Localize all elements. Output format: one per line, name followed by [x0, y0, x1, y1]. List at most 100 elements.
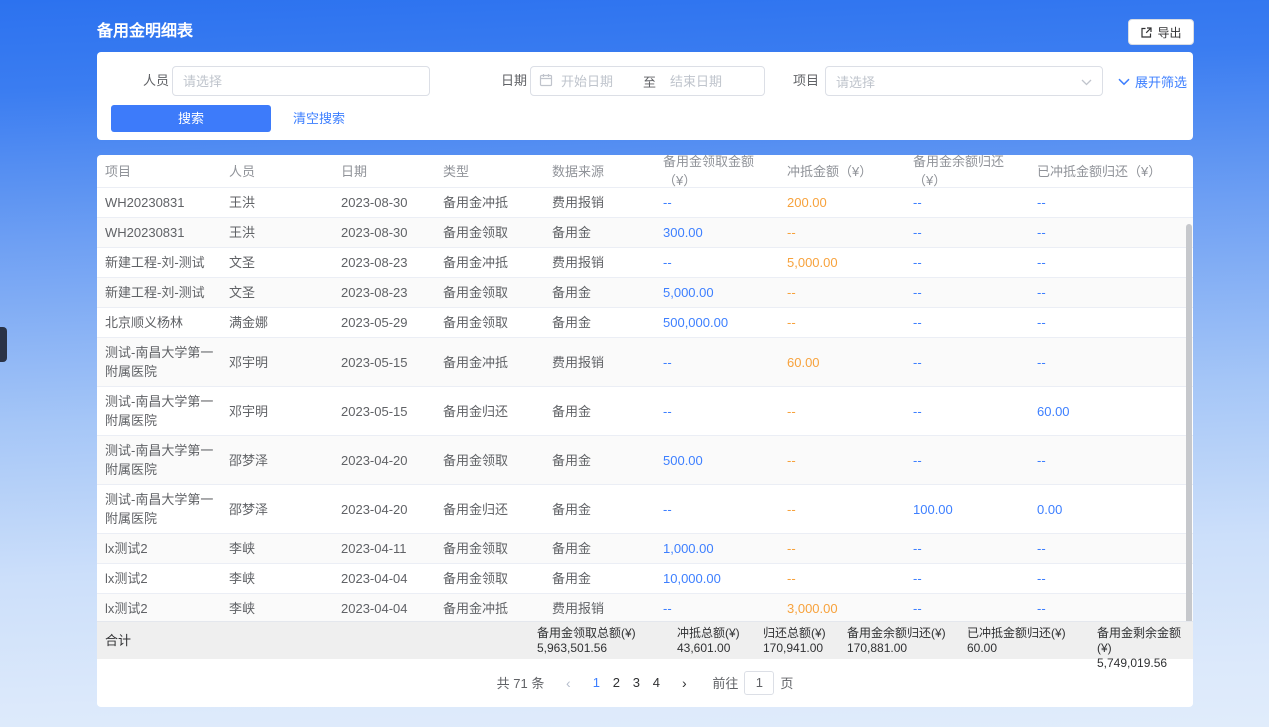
amount-cell: --: [905, 564, 1029, 593]
amount-cell: --: [905, 397, 1029, 426]
summary-item-label: 冲抵总额(¥): [677, 626, 740, 641]
column-header: 已冲抵金额归还（¥）: [1029, 157, 1193, 186]
cell: 2023-08-23: [333, 278, 435, 307]
table-card: 项目人员日期类型数据来源备用金领取金额（¥）冲抵金额（¥）备用金余额归还（¥）已…: [97, 155, 1193, 707]
expand-filter-link[interactable]: 展开筛选: [1118, 66, 1187, 96]
cell: 备用金领取: [435, 218, 544, 247]
start-date-input[interactable]: [557, 74, 633, 89]
goto-page-input[interactable]: [744, 671, 774, 695]
search-button[interactable]: 搜索: [111, 105, 271, 132]
cell: lx测试2: [97, 564, 221, 593]
page-number-button[interactable]: 2: [606, 675, 626, 690]
cell: 费用报销: [544, 594, 655, 621]
amount-cell: --: [655, 397, 779, 426]
amount-cell: --: [655, 594, 779, 621]
amount-cell[interactable]: 300.00: [655, 218, 779, 247]
cell: 备用金领取: [435, 278, 544, 307]
amount-cell[interactable]: 500.00: [655, 446, 779, 475]
column-header: 人员: [221, 157, 333, 186]
amount-cell: --: [1029, 564, 1193, 593]
amount-cell: --: [1029, 534, 1193, 563]
next-page-button[interactable]: ›: [674, 675, 694, 691]
export-icon: [1140, 26, 1153, 39]
cell: 文圣: [221, 248, 333, 277]
cell: 邓宇明: [221, 397, 333, 426]
amount-cell: --: [1029, 446, 1193, 475]
person-select-input[interactable]: [172, 66, 430, 96]
amount-cell[interactable]: 3,000.00: [779, 594, 905, 621]
cell: 测试-南昌大学第一附属医院: [97, 387, 221, 435]
table-row: lx测试2李峡2023-04-11备用金领取备用金1,000.00------: [97, 534, 1193, 564]
column-header: 日期: [333, 157, 435, 186]
cell: 备用金: [544, 397, 655, 426]
amount-cell: --: [905, 534, 1029, 563]
amount-cell[interactable]: 0.00: [1029, 495, 1193, 524]
amount-cell[interactable]: 200.00: [779, 188, 905, 217]
amount-cell[interactable]: 1,000.00: [655, 534, 779, 563]
table-row: 新建工程-刘-测试文圣2023-08-23备用金冲抵费用报销--5,000.00…: [97, 248, 1193, 278]
amount-cell: --: [655, 188, 779, 217]
cell: 备用金: [544, 278, 655, 307]
amount-cell: --: [1029, 188, 1193, 217]
amount-cell: --: [905, 278, 1029, 307]
vertical-scrollbar-thumb[interactable]: [1186, 224, 1192, 621]
cell: 新建工程-刘-测试: [97, 248, 221, 277]
drawer-handle[interactable]: [0, 327, 7, 362]
cell: 新建工程-刘-测试: [97, 278, 221, 307]
amount-cell: --: [905, 348, 1029, 377]
date-range-picker[interactable]: 至: [530, 66, 765, 96]
amount-cell[interactable]: 60.00: [779, 348, 905, 377]
summary-item-label: 备用金剩余金额(¥): [1097, 626, 1193, 656]
export-button[interactable]: 导出: [1128, 19, 1194, 45]
date-range-separator: 至: [637, 72, 662, 91]
summary-item-value: 5,749,019.56: [1097, 656, 1193, 671]
summary-item-label: 备用金余额归还(¥): [847, 626, 946, 641]
amount-cell[interactable]: 500,000.00: [655, 308, 779, 337]
cell: 2023-08-30: [333, 218, 435, 247]
table-row: WH20230831王洪2023-08-30备用金领取备用金300.00----…: [97, 218, 1193, 248]
goto-page-suffix: 页: [780, 673, 793, 692]
filter-card: 人员 日期 至 项目 请选择: [97, 52, 1193, 140]
cell: 邵梦泽: [221, 495, 333, 524]
cell: 备用金: [544, 446, 655, 475]
page-number-button[interactable]: 3: [626, 675, 646, 690]
cell: 2023-08-23: [333, 248, 435, 277]
summary-item: 归还总额(¥)170,941.00: [763, 626, 826, 656]
amount-cell[interactable]: 60.00: [1029, 397, 1193, 426]
amount-cell[interactable]: 100.00: [905, 495, 1029, 524]
amount-cell: --: [1029, 348, 1193, 377]
table-row: 测试-南昌大学第一附属医院邵梦泽2023-04-20备用金领取备用金500.00…: [97, 436, 1193, 485]
amount-cell[interactable]: 10,000.00: [655, 564, 779, 593]
summary-item-label: 归还总额(¥): [763, 626, 826, 641]
column-header: 数据来源: [544, 157, 655, 186]
page-title: 备用金明细表: [97, 17, 193, 41]
cell: 邵梦泽: [221, 446, 333, 475]
cell: 备用金领取: [435, 446, 544, 475]
cell: 2023-08-30: [333, 188, 435, 217]
cell: 满金娜: [221, 308, 333, 337]
prev-page-button[interactable]: ‹: [558, 675, 578, 691]
page-number-button[interactable]: 4: [646, 675, 666, 690]
filter-actions-row: 搜索 清空搜索: [97, 105, 1193, 132]
clear-search-link[interactable]: 清空搜索: [293, 105, 345, 132]
amount-cell[interactable]: 5,000.00: [779, 248, 905, 277]
cell: 备用金领取: [435, 564, 544, 593]
end-date-input[interactable]: [666, 74, 742, 89]
amount-cell: --: [905, 594, 1029, 621]
cell: 备用金冲抵: [435, 188, 544, 217]
project-select[interactable]: 请选择: [825, 66, 1103, 96]
table-summary-row: 合计 备用金领取总额(¥)5,963,501.56冲抵总额(¥)43,601.0…: [97, 621, 1193, 659]
summary-item-label: 已冲抵金额归还(¥): [967, 626, 1066, 641]
summary-item: 冲抵总额(¥)43,601.00: [677, 626, 740, 656]
column-header: 项目: [97, 157, 221, 186]
amount-cell[interactable]: 5,000.00: [655, 278, 779, 307]
project-filter-label: 项目: [793, 66, 819, 96]
expand-filter-label: 展开筛选: [1135, 72, 1187, 91]
filter-row: 人员 日期 至 项目 请选择: [97, 66, 1193, 96]
cell: 测试-南昌大学第一附属医院: [97, 485, 221, 533]
table-row: 测试-南昌大学第一附属医院邓宇明2023-05-15备用金冲抵费用报销--60.…: [97, 338, 1193, 387]
summary-item-value: 60.00: [967, 641, 1066, 656]
page-number-button[interactable]: 1: [586, 675, 606, 690]
amount-cell: --: [1029, 248, 1193, 277]
summary-item: 备用金领取总额(¥)5,963,501.56: [537, 626, 636, 656]
